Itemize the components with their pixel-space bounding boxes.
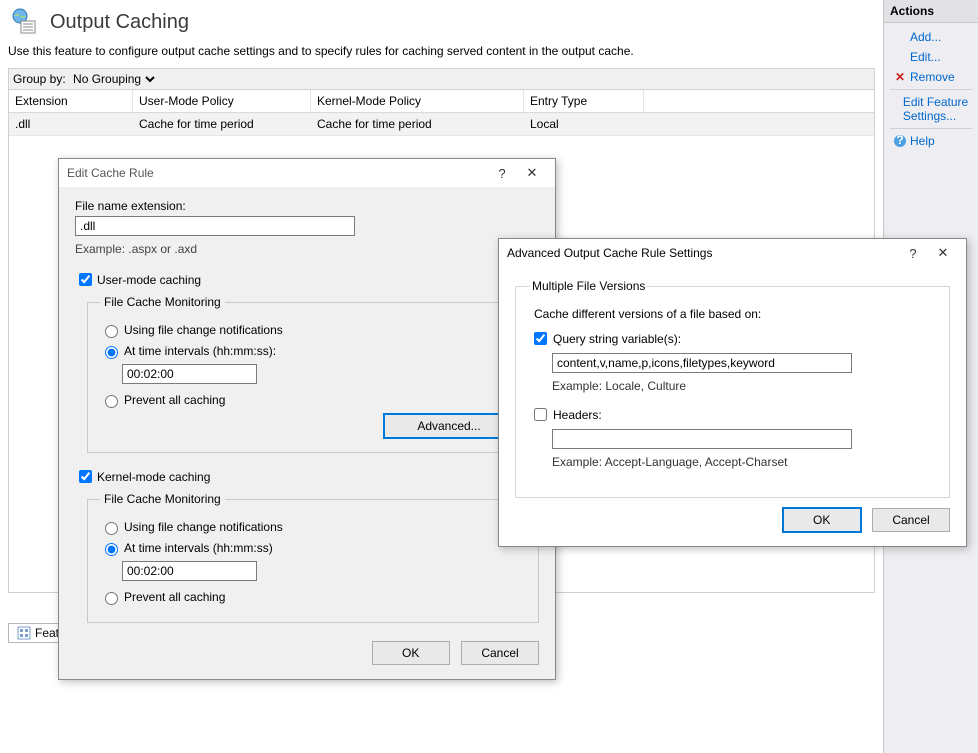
query-string-label: Query string variable(s): [553, 332, 681, 346]
kernel-mode-fcm-legend: File Cache Monitoring [100, 492, 225, 506]
um-radio-prevent[interactable] [105, 395, 118, 408]
cell-kernel-mode: Cache for time period [311, 113, 524, 135]
action-remove[interactable]: ✕ Remove [884, 67, 978, 87]
query-string-input[interactable] [552, 353, 852, 373]
cell-user-mode: Cache for time period [133, 113, 311, 135]
headers-input[interactable] [552, 429, 852, 449]
adv-dialog-title: Advanced Output Cache Rule Settings [507, 246, 898, 260]
query-string-checkbox[interactable] [534, 332, 547, 345]
group-by-label: Group by: [13, 72, 66, 86]
advanced-button[interactable]: Advanced... [384, 414, 514, 438]
user-mode-caching-checkbox[interactable] [79, 273, 92, 286]
help-icon: ? [892, 134, 908, 148]
svg-text:?: ? [896, 134, 903, 147]
output-caching-icon [8, 6, 40, 38]
km-radio-prevent[interactable] [105, 592, 118, 605]
file-extension-input[interactable] [75, 216, 355, 236]
dialog-title: Edit Cache Rule [67, 166, 487, 180]
km-radio-time-interval[interactable] [105, 543, 118, 556]
multiple-file-versions-group: Multiple File Versions Cache different v… [515, 279, 950, 498]
um-interval-input[interactable] [122, 364, 257, 384]
km-interval-input[interactable] [122, 561, 257, 581]
cell-extension: .dll [9, 113, 133, 135]
edit-dialog-cancel-button[interactable]: Cancel [461, 641, 539, 665]
edit-dialog-ok-button[interactable]: OK [372, 641, 450, 665]
file-extension-hint: Example: .aspx or .axd [75, 242, 539, 256]
adv-dialog-cancel-button[interactable]: Cancel [872, 508, 950, 532]
edit-cache-rule-dialog: Edit Cache Rule ? ✕ File name extension:… [58, 158, 556, 680]
adv-dialog-ok-button[interactable]: OK [783, 508, 861, 532]
action-help[interactable]: ? Help [884, 131, 978, 151]
kernel-mode-file-cache-monitoring-group: File Cache Monitoring Using file change … [87, 492, 539, 623]
adv-dialog-close-button[interactable]: ✕ [928, 245, 958, 261]
user-mode-file-cache-monitoring-group: File Cache Monitoring Using file change … [87, 295, 539, 453]
action-edit[interactable]: Edit... [884, 47, 978, 67]
action-edit-feature-settings[interactable]: Edit Feature Settings... [884, 92, 978, 126]
headers-hint: Example: Accept-Language, Accept-Charset [552, 455, 935, 469]
headers-checkbox[interactable] [534, 408, 547, 421]
mfv-sublabel: Cache different versions of a file based… [534, 307, 935, 321]
col-kernel-mode-policy[interactable]: Kernel-Mode Policy [311, 90, 524, 112]
actions-title: Actions [884, 0, 978, 23]
features-view-icon [17, 626, 31, 640]
advanced-settings-dialog: Advanced Output Cache Rule Settings ? ✕ … [498, 238, 967, 547]
col-extension[interactable]: Extension [9, 90, 133, 112]
page-description: Use this feature to configure output cac… [8, 44, 875, 58]
user-mode-caching-label: User-mode caching [97, 273, 201, 287]
page-title: Output Caching [50, 11, 189, 34]
query-string-hint: Example: Locale, Culture [552, 379, 935, 393]
kernel-mode-caching-label: Kernel-mode caching [97, 470, 210, 484]
group-by-select[interactable]: No Grouping [69, 71, 158, 87]
col-entry-type[interactable]: Entry Type [524, 90, 644, 112]
cell-entry-type: Local [524, 113, 644, 135]
table-row[interactable]: .dll Cache for time period Cache for tim… [9, 113, 874, 136]
mfv-legend: Multiple File Versions [530, 279, 647, 293]
kernel-mode-caching-checkbox[interactable] [79, 470, 92, 483]
um-radio-time-interval[interactable] [105, 346, 118, 359]
um-radio-file-change[interactable] [105, 325, 118, 338]
remove-icon: ✕ [892, 70, 908, 84]
dialog-help-button[interactable]: ? [487, 166, 517, 181]
group-by-bar: Group by: No Grouping [8, 68, 875, 90]
headers-label: Headers: [553, 408, 602, 422]
col-user-mode-policy[interactable]: User-Mode Policy [133, 90, 311, 112]
adv-dialog-help-button[interactable]: ? [898, 246, 928, 261]
file-extension-label: File name extension: [75, 199, 539, 213]
user-mode-fcm-legend: File Cache Monitoring [100, 295, 225, 309]
dialog-close-button[interactable]: ✕ [517, 165, 547, 181]
km-radio-file-change[interactable] [105, 522, 118, 535]
action-add[interactable]: Add... [884, 27, 978, 47]
